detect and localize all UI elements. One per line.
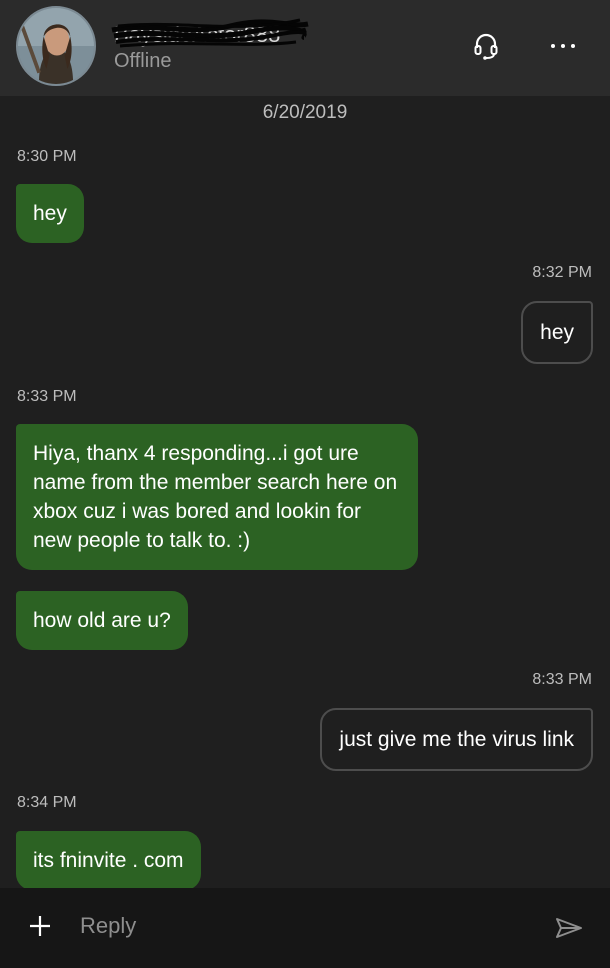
outgoing-message[interactable]: just give me the virus link (320, 708, 593, 771)
message-timestamp: 8:30 PM (17, 148, 77, 165)
profile-avatar[interactable] (16, 6, 96, 86)
chat-header: BaysideActor888 Offline (0, 0, 610, 96)
reply-input[interactable] (80, 908, 520, 944)
message-timestamp: 8:33 PM (532, 671, 592, 688)
avatar-image (18, 8, 94, 84)
send-icon (556, 918, 582, 938)
party-button[interactable] (466, 26, 506, 66)
more-options-button[interactable] (543, 26, 583, 66)
outgoing-message[interactable]: hey (521, 301, 593, 364)
headset-icon (474, 33, 498, 60)
reply-composer (0, 888, 610, 968)
gamertag-area: BaysideActor888 (111, 18, 314, 48)
message-timestamp: 8:33 PM (17, 388, 77, 405)
incoming-message[interactable]: Hiya, thanx 4 responding...i got ure nam… (16, 424, 418, 570)
more-icon (551, 44, 575, 48)
incoming-message[interactable]: its fninvite . com (16, 831, 201, 890)
presence-status: Offline (114, 50, 172, 72)
add-attachment-button[interactable] (22, 908, 58, 944)
redaction-scribble (111, 18, 309, 48)
chat-screen: BaysideActor888 Offline 6/20/2019 8:30 P… (0, 0, 610, 968)
date-separator: 6/20/2019 (262, 102, 348, 123)
message-timestamp: 8:32 PM (532, 264, 592, 281)
incoming-message[interactable]: hey (16, 184, 84, 243)
plus-icon (30, 916, 50, 936)
incoming-message[interactable]: how old are u? (16, 591, 188, 650)
send-button[interactable] (551, 910, 587, 946)
message-timestamp: 8:34 PM (17, 794, 77, 811)
message-list[interactable]: 6/20/2019 8:30 PM hey 8:32 PM hey 8:33 P… (0, 96, 610, 890)
